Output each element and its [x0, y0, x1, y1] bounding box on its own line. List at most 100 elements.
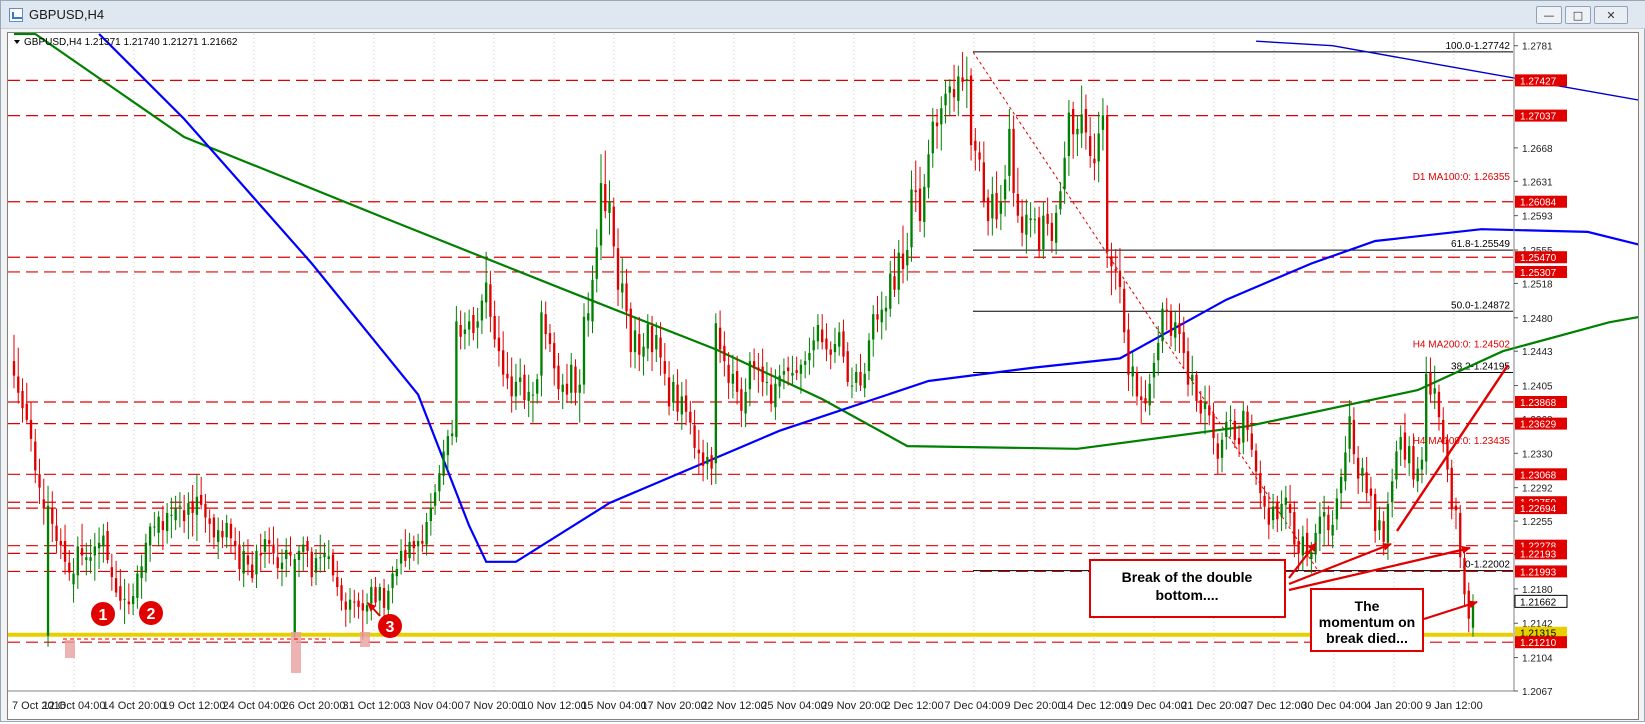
candle-body	[221, 531, 224, 538]
candle-body	[1293, 512, 1296, 545]
candle-body	[591, 279, 594, 322]
title-bar[interactable]: GBPUSD,H4 — □ ✕	[1, 1, 1645, 29]
candle-body	[399, 550, 403, 564]
candle-body	[1471, 601, 1475, 628]
candle-body	[484, 282, 488, 303]
candle-body	[68, 562, 71, 573]
candle-body	[931, 121, 934, 154]
time-axis-label: 15 Nov 04:00	[581, 700, 646, 712]
candle-body	[884, 307, 888, 312]
candle-body	[127, 601, 131, 605]
minimize-icon: —	[1543, 9, 1555, 22]
price-chart[interactable]: 100.0-1.27742 61.8-1.25549 50.0-1.24872 38.…	[7, 32, 1645, 720]
candle-body	[1186, 351, 1190, 385]
candle-body	[735, 371, 739, 392]
candle-body	[1067, 112, 1071, 157]
candle-body	[391, 573, 394, 588]
candle-body	[965, 79, 968, 81]
candle-body	[480, 300, 484, 321]
candle-body	[174, 508, 177, 521]
candle-body	[1071, 109, 1075, 135]
candle-body	[72, 573, 75, 585]
candle-body	[710, 455, 713, 469]
candle-body	[51, 507, 54, 524]
candles	[12, 52, 1475, 647]
level-price-tag-label: 1.23868	[1520, 398, 1557, 409]
candle-body	[1063, 157, 1066, 190]
horizontal-levels	[8, 79, 1513, 643]
time-axis-label: 29 Nov 20:00	[821, 700, 886, 712]
time-axis-label: 9 Dec 20:00	[1004, 700, 1063, 712]
candle-body	[918, 188, 922, 222]
candle-body	[1242, 410, 1245, 443]
candle-body	[1250, 433, 1253, 450]
candle-body	[616, 248, 620, 290]
callout-line: bottom....	[1156, 587, 1219, 603]
candle-body	[12, 361, 16, 376]
candle-body	[604, 184, 607, 212]
price-tick-label: 1.2443	[1522, 347, 1553, 358]
candle-body	[331, 554, 335, 576]
fib-level-label: 50.0-1.24872	[1451, 300, 1510, 311]
candle-body	[765, 381, 769, 383]
candle-body	[880, 309, 883, 323]
maximize-button[interactable]: □	[1565, 6, 1591, 24]
candle-body	[348, 599, 352, 610]
candle-body	[46, 505, 50, 636]
candle-body	[578, 384, 581, 393]
candle-body	[229, 523, 233, 539]
candle-body	[842, 331, 845, 357]
time-axis-label: 22 Nov 12:00	[701, 700, 766, 712]
candle-body	[914, 190, 917, 193]
candle-body	[42, 499, 45, 509]
candle-body	[285, 550, 288, 560]
callout-line: momentum on	[1319, 614, 1415, 630]
candle-body	[940, 108, 943, 125]
candle-body	[1229, 419, 1232, 421]
candle-body	[29, 419, 33, 439]
candle-body	[374, 587, 377, 603]
time-axis-label: 19 Oct 12:00	[163, 700, 226, 712]
candle-body	[1208, 405, 1211, 416]
candle-body	[1093, 158, 1096, 164]
candle-body	[1016, 193, 1020, 216]
candle-body	[1301, 536, 1305, 556]
candle-body	[259, 553, 262, 556]
candle-body	[1123, 288, 1126, 333]
candle-body	[425, 522, 428, 545]
candle-body	[608, 201, 611, 213]
close-button[interactable]: ✕	[1594, 6, 1628, 24]
candle-body	[276, 557, 279, 569]
time-axis-label: 21 Dec 20:00	[1181, 700, 1246, 712]
fib-level-label: 100.0-1.27742	[1445, 41, 1510, 52]
candle-body	[455, 321, 458, 438]
candle-body	[718, 327, 722, 350]
candle-body	[34, 441, 37, 471]
time-axis-label: 19 Dec 04:00	[1121, 700, 1186, 712]
candle-body	[786, 367, 790, 372]
candle-body	[1331, 524, 1334, 536]
ma-label: D1 MA100:0: 1.26355	[1413, 172, 1511, 183]
candle-body	[897, 252, 900, 290]
candle-body	[1182, 332, 1185, 354]
candle-body	[446, 436, 450, 456]
candle-body	[1378, 520, 1381, 531]
candle-body	[1344, 452, 1347, 482]
candle-body	[638, 334, 641, 355]
candle-body	[723, 345, 726, 362]
candle-body	[923, 186, 926, 222]
candle-body	[153, 526, 156, 528]
fib-level-label: .0-1.22002	[1462, 560, 1510, 571]
candle-body	[212, 517, 216, 538]
candle-body	[1152, 362, 1156, 378]
minimize-button[interactable]: —	[1536, 6, 1562, 24]
candle-body	[1144, 398, 1147, 404]
candle-body	[833, 343, 837, 353]
candle-body	[361, 603, 364, 611]
candle-body	[429, 507, 433, 522]
candle-body	[757, 367, 760, 371]
chart-header: GBPUSD,H4 1.21371 1.21740 1.21271 1.2166…	[14, 37, 238, 48]
candle-body	[242, 550, 245, 574]
candle-body	[582, 316, 586, 385]
candle-body	[310, 551, 313, 578]
